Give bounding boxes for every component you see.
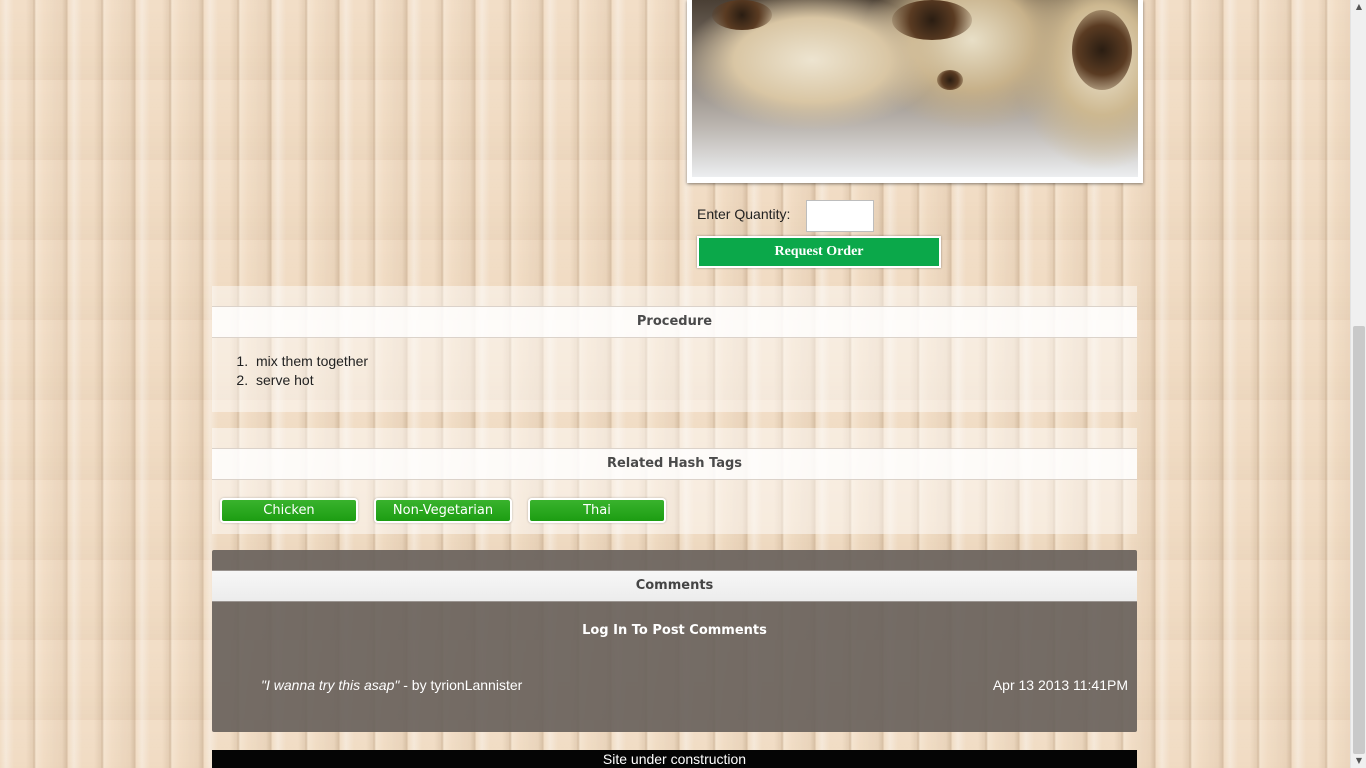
procedure-step: mix them together: [252, 352, 1137, 371]
quantity-input[interactable]: [806, 200, 874, 232]
quantity-label: Enter Quantity:: [697, 206, 791, 222]
scrollbar-thumb[interactable]: [1353, 326, 1365, 754]
request-order-button[interactable]: Request Order: [697, 236, 941, 268]
hash-tags-heading: Related Hash Tags: [212, 448, 1137, 480]
recipe-photo: [687, 0, 1143, 183]
procedure-panel: Procedure mix them together serve hot: [212, 286, 1137, 412]
site-footer: Site under construction: [212, 750, 1137, 768]
comment-item: "I wanna try this asap" - by tyrionLanni…: [261, 677, 1128, 693]
procedure-steps: mix them together serve hot: [212, 352, 1137, 390]
login-to-comment-link[interactable]: Log In To Post Comments: [212, 623, 1137, 638]
scroll-up-arrow-icon[interactable]: ▲: [1351, 0, 1366, 14]
tag-thai-button[interactable]: Thai: [528, 498, 666, 523]
comments-panel: Comments Log In To Post Comments "I wann…: [212, 550, 1137, 732]
hash-tags-panel: Related Hash Tags Chicken Non-Vegetarian…: [212, 428, 1137, 534]
comment-author: - by tyrionLannister: [399, 677, 523, 693]
comments-heading: Comments: [212, 570, 1137, 602]
procedure-heading: Procedure: [212, 306, 1137, 338]
vertical-scrollbar[interactable]: ▲ ▼: [1350, 0, 1366, 768]
page: Enter Quantity: Request Order Procedure …: [0, 0, 1350, 768]
comment-date: Apr 13 2013 11:41PM: [992, 677, 1128, 693]
tag-non-vegetarian-button[interactable]: Non-Vegetarian: [374, 498, 512, 523]
scroll-down-arrow-icon[interactable]: ▼: [1351, 754, 1366, 768]
tag-chicken-button[interactable]: Chicken: [220, 498, 358, 523]
procedure-step: serve hot: [252, 371, 1137, 390]
comment-text: "I wanna try this asap": [261, 677, 400, 693]
recipe-image: [692, 0, 1138, 177]
